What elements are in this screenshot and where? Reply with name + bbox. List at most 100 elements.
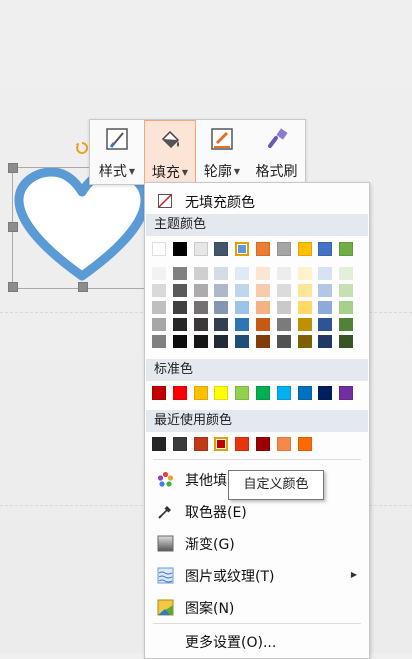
theme-shade-swatch[interactable]	[339, 301, 354, 314]
theme-shade-swatch[interactable]	[318, 301, 333, 314]
theme-shade-swatch[interactable]	[235, 318, 250, 331]
outline-label: 轮廓	[203, 164, 232, 180]
submenu-arrow-icon: ▶	[350, 570, 357, 579]
theme-shade-swatch[interactable]	[152, 301, 166, 314]
standard-color-swatch[interactable]	[339, 386, 354, 400]
recent-color-swatch[interactable]	[152, 437, 166, 451]
theme-shade-swatch[interactable]	[152, 284, 166, 297]
resize-handle[interactable]	[8, 222, 18, 232]
theme-shade-swatch[interactable]	[193, 318, 208, 331]
theme-shade-swatch[interactable]	[339, 267, 354, 280]
theme-shade-swatch[interactable]	[193, 301, 208, 314]
theme-shade-swatch[interactable]	[193, 335, 208, 348]
theme-shade-swatch[interactable]	[276, 267, 291, 280]
theme-shade-swatch[interactable]	[193, 284, 208, 297]
theme-shade-swatch[interactable]	[256, 335, 270, 348]
theme-shade-swatch[interactable]	[235, 284, 250, 297]
recent-color-swatch[interactable]	[297, 437, 312, 451]
style-button[interactable]: 样式 ▼	[90, 120, 144, 184]
theme-shade-swatch[interactable]	[297, 284, 312, 297]
recent-color-swatch[interactable]	[235, 437, 250, 451]
theme-shade-swatch[interactable]	[318, 318, 333, 331]
theme-shade-swatch[interactable]	[339, 284, 354, 297]
standard-color-swatch[interactable]	[193, 386, 208, 400]
standard-color-swatch[interactable]	[235, 386, 250, 400]
theme-shade-swatch[interactable]	[172, 318, 187, 331]
gradient-item[interactable]: 渐变(G)	[145, 528, 369, 558]
theme-color-swatch[interactable]	[172, 242, 187, 256]
theme-shade-swatch[interactable]	[256, 301, 270, 314]
theme-shade-swatch[interactable]	[256, 267, 270, 280]
theme-shade-swatch[interactable]	[152, 318, 166, 331]
recent-color-swatch[interactable]	[172, 437, 187, 451]
more-settings-item[interactable]: 更多设置(O)...	[145, 626, 369, 656]
fill-button[interactable]: 填充 ▼	[144, 120, 196, 184]
standard-color-swatch[interactable]	[214, 386, 229, 400]
format-painter-icon	[267, 128, 288, 148]
theme-shade-swatch[interactable]	[172, 284, 187, 297]
theme-shade-swatch[interactable]	[318, 267, 333, 280]
theme-shade-swatch[interactable]	[214, 318, 229, 331]
gradient-label: 渐变(G)	[185, 537, 235, 553]
format-painter-button[interactable]: 格式刷	[248, 120, 305, 184]
standard-color-swatch[interactable]	[276, 386, 291, 400]
theme-shade-swatch[interactable]	[276, 335, 291, 348]
picture-texture-item[interactable]: 图片或纹理(T) ▶	[145, 560, 369, 590]
theme-shade-swatch[interactable]	[339, 318, 354, 331]
recent-color-swatch[interactable]	[214, 437, 229, 451]
theme-shade-swatch[interactable]	[297, 267, 312, 280]
theme-shade-swatch[interactable]	[297, 301, 312, 314]
theme-shade-swatch[interactable]	[256, 284, 270, 297]
standard-color-swatch[interactable]	[256, 386, 270, 400]
eyedropper-item[interactable]: 取色器(E)	[145, 496, 369, 526]
recent-color-swatch[interactable]	[193, 437, 208, 451]
theme-shade-swatch[interactable]	[235, 301, 250, 314]
theme-shade-swatch[interactable]	[276, 318, 291, 331]
standard-color-swatch[interactable]	[172, 386, 187, 400]
standard-color-swatch[interactable]	[318, 386, 333, 400]
theme-color-swatch[interactable]	[214, 242, 229, 256]
theme-color-swatch[interactable]	[152, 242, 166, 256]
theme-shade-swatch[interactable]	[276, 284, 291, 297]
resize-handle[interactable]	[8, 163, 18, 173]
theme-shade-swatch[interactable]	[256, 318, 270, 331]
theme-shade-swatch[interactable]	[172, 335, 187, 348]
chevron-down-icon: ▼	[233, 167, 241, 176]
theme-shade-swatch[interactable]	[339, 335, 354, 348]
pattern-item[interactable]: 图案(N)	[145, 592, 369, 622]
resize-handle[interactable]	[78, 282, 88, 292]
theme-shade-swatch[interactable]	[297, 318, 312, 331]
theme-shade-swatch[interactable]	[297, 335, 312, 348]
standard-color-swatch[interactable]	[152, 386, 166, 400]
no-fill-item[interactable]: 无填充颜色	[145, 186, 369, 216]
theme-color-swatch[interactable]	[339, 242, 354, 256]
theme-color-swatch[interactable]	[235, 242, 250, 256]
standard-color-swatch[interactable]	[297, 386, 312, 400]
resize-handle[interactable]	[8, 282, 18, 292]
theme-color-swatch[interactable]	[276, 242, 291, 256]
theme-shade-swatch[interactable]	[235, 267, 250, 280]
theme-shade-swatch[interactable]	[152, 335, 166, 348]
theme-shade-swatch[interactable]	[318, 335, 333, 348]
rotate-handle-icon[interactable]	[75, 141, 89, 155]
theme-shade-swatch[interactable]	[214, 267, 229, 280]
chevron-down-icon: ▼	[181, 168, 189, 177]
theme-shade-swatch[interactable]	[235, 335, 250, 348]
theme-shade-swatch[interactable]	[276, 301, 291, 314]
eyedropper-icon	[158, 506, 171, 519]
theme-shade-swatch[interactable]	[214, 284, 229, 297]
theme-color-swatch[interactable]	[193, 242, 208, 256]
recent-color-swatch[interactable]	[256, 437, 270, 451]
theme-color-swatch[interactable]	[297, 242, 312, 256]
recent-color-swatch[interactable]	[276, 437, 291, 451]
theme-shade-swatch[interactable]	[193, 267, 208, 280]
outline-button[interactable]: 轮廓 ▼	[196, 120, 248, 184]
theme-shade-swatch[interactable]	[172, 267, 187, 280]
theme-color-swatch[interactable]	[256, 242, 270, 256]
theme-shade-swatch[interactable]	[152, 267, 166, 280]
theme-shade-swatch[interactable]	[214, 335, 229, 348]
theme-shade-swatch[interactable]	[318, 284, 333, 297]
theme-shade-swatch[interactable]	[172, 301, 187, 314]
theme-shade-swatch[interactable]	[214, 301, 229, 314]
theme-color-swatch[interactable]	[318, 242, 333, 256]
